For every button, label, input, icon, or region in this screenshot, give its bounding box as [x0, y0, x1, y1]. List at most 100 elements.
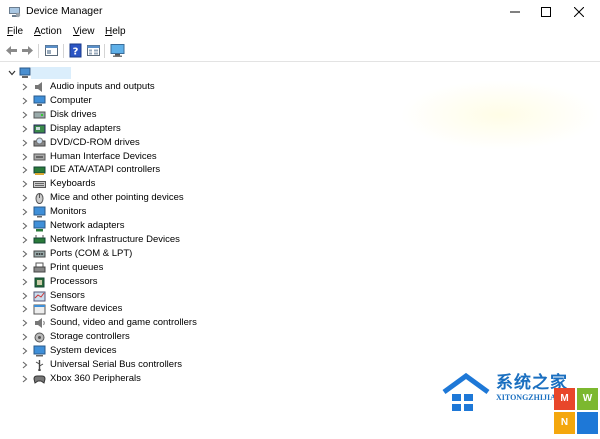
chevron-right-icon[interactable] [21, 278, 29, 286]
tree-category[interactable]: Disk drives [0, 108, 300, 122]
speaker-icon [35, 82, 42, 92]
computer-name-selection[interactable] [31, 67, 71, 79]
toolbar: ? [0, 41, 600, 62]
minimize-icon [510, 11, 520, 13]
computer-icon [33, 95, 46, 106]
watermark: 系统之家 XITONGZHIJIA.NET M W N [438, 360, 600, 439]
chevron-right-icon[interactable] [21, 194, 29, 202]
minimize-button[interactable] [498, 0, 532, 24]
tree-category-label: Keyboards [50, 178, 96, 190]
chevron-right-icon[interactable] [21, 153, 29, 161]
tree-category[interactable]: Universal Serial Bus controllers [0, 358, 300, 372]
tree-category[interactable]: Network adapters [0, 219, 300, 233]
chevron-right-icon[interactable] [21, 166, 29, 174]
menu-view[interactable]: View [73, 26, 95, 37]
properties-icon [45, 45, 58, 56]
tree-category-label: Ports (COM & LPT) [50, 247, 133, 259]
watermark-tile: W [577, 388, 598, 410]
tree-category[interactable]: Storage controllers [0, 330, 300, 344]
tree-category[interactable]: Human Interface Devices [0, 150, 300, 164]
tree-category-label: Monitors [50, 206, 87, 218]
chevron-right-icon[interactable] [21, 250, 29, 258]
tree-category[interactable]: Ports (COM & LPT) [0, 247, 300, 261]
back-button[interactable] [4, 43, 19, 58]
tree-category[interactable]: Keyboards [0, 177, 300, 191]
tree-category[interactable]: Network Infrastructure Devices [0, 233, 300, 247]
xbox-controller-icon [33, 375, 46, 384]
chevron-right-icon[interactable] [21, 97, 29, 105]
tree-category-label: Computer [50, 94, 92, 106]
chevron-right-icon[interactable] [21, 305, 29, 313]
properties-button[interactable] [44, 43, 59, 58]
back-icon [6, 46, 17, 55]
chevron-right-icon[interactable] [21, 264, 29, 272]
tree-root[interactable] [0, 66, 120, 80]
maximize-button[interactable] [529, 0, 563, 24]
tree-category[interactable]: Display adapters [0, 122, 300, 136]
tree-category-label: Mice and other pointing devices [50, 192, 184, 204]
help-icon: ? [69, 43, 82, 58]
tree-category[interactable]: Computer [0, 94, 300, 108]
watermark-tile: M [554, 388, 575, 410]
tree-category[interactable]: Audio inputs and outputs [0, 80, 300, 94]
tree-category-label: Disk drives [50, 108, 97, 120]
tree-category[interactable]: Processors [0, 275, 300, 289]
chevron-right-icon[interactable] [21, 236, 29, 244]
window-title: Device Manager [26, 5, 103, 17]
tree-category[interactable]: DVD/CD-ROM drives [0, 136, 300, 150]
tree-category[interactable]: IDE ATA/ATAPI controllers [0, 163, 300, 177]
menu-help[interactable]: Help [105, 26, 126, 37]
menu-file[interactable]: File [7, 26, 23, 37]
tree-category[interactable]: Software devices [0, 302, 300, 316]
tree-category-label: Sound, video and game controllers [50, 317, 197, 329]
maximize-icon [541, 7, 551, 17]
chevron-right-icon[interactable] [21, 83, 29, 91]
system-device-icon [33, 345, 46, 357]
chevron-right-icon[interactable] [21, 139, 29, 147]
port-icon [33, 250, 46, 258]
chevron-right-icon[interactable] [21, 333, 29, 341]
chevron-right-icon[interactable] [21, 222, 29, 230]
chevron-right-icon[interactable] [21, 347, 29, 355]
tree-category[interactable]: Sensors [0, 289, 300, 303]
chevron-right-icon[interactable] [21, 111, 29, 119]
tree-category-label: Network adapters [50, 220, 125, 231]
dvd-drive-icon [33, 137, 46, 147]
disk-drive-icon [33, 111, 46, 119]
chevron-down-icon[interactable] [8, 69, 16, 77]
house-logo-icon [442, 372, 490, 411]
tree-category[interactable]: Mice and other pointing devices [0, 191, 300, 205]
scan-hardware-button[interactable] [110, 43, 125, 58]
view-button[interactable] [86, 43, 101, 58]
printer-icon [33, 262, 46, 273]
tree-category-label: Universal Serial Bus controllers [50, 359, 182, 370]
chevron-right-icon[interactable] [21, 208, 29, 216]
sensor-icon [33, 291, 46, 301]
display-adapter-icon [33, 124, 46, 134]
tree-category-label: DVD/CD-ROM drives [50, 136, 140, 148]
forward-button[interactable] [20, 43, 35, 58]
tree-category-label: Processors [50, 275, 98, 287]
tree-category[interactable]: System devices [0, 344, 300, 358]
processor-icon [34, 277, 45, 288]
tree-category-label: Audio inputs and outputs [50, 81, 155, 92]
tree-category[interactable]: Print queues [0, 261, 300, 275]
chevron-right-icon[interactable] [21, 375, 29, 383]
chevron-right-icon[interactable] [21, 125, 29, 133]
computer-icon [19, 67, 31, 78]
tree-category[interactable]: Monitors [0, 205, 300, 219]
storage-controller-icon [34, 332, 45, 343]
close-button[interactable] [562, 0, 596, 24]
network-infrastructure-icon [33, 234, 46, 244]
forward-icon [22, 46, 33, 55]
chevron-right-icon[interactable] [21, 292, 29, 300]
menu-action[interactable]: Action [34, 26, 62, 37]
help-button[interactable]: ? [68, 43, 83, 58]
chevron-right-icon[interactable] [21, 180, 29, 188]
chevron-right-icon[interactable] [21, 319, 29, 327]
chevron-right-icon[interactable] [21, 361, 29, 369]
tree-category[interactable]: Xbox 360 Peripherals [0, 372, 300, 386]
tree-category-label: Print queues [50, 261, 104, 273]
tree-category[interactable]: Sound, video and game controllers [0, 316, 300, 330]
watermark-tiles: M W N [554, 388, 598, 434]
